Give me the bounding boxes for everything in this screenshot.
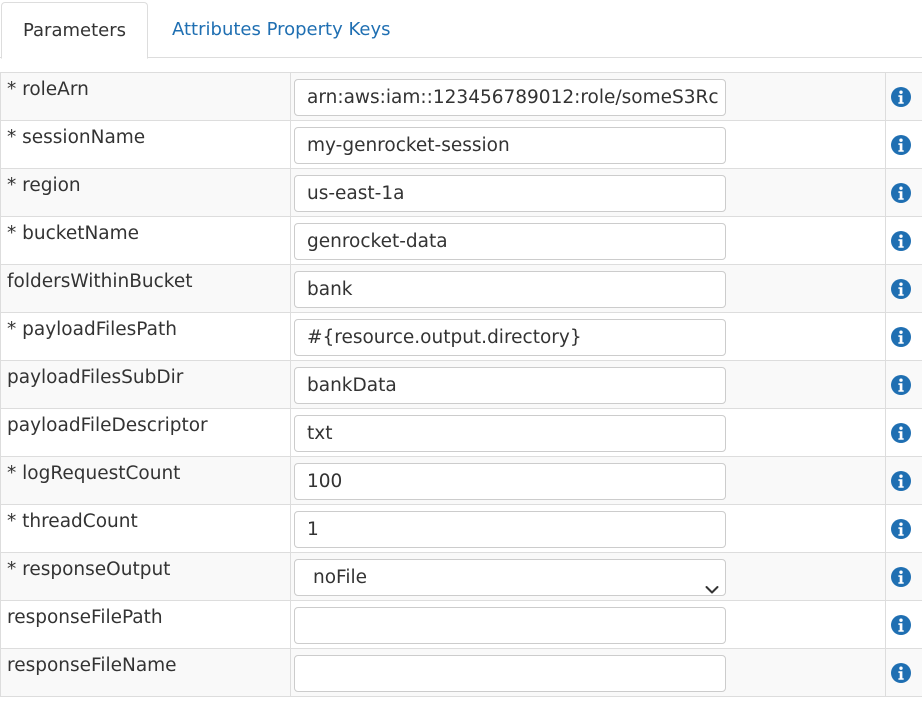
- parameter-value: genrocket-data: [307, 231, 448, 252]
- parameter-value: my-genrocket-session: [307, 135, 510, 156]
- info-circle-icon[interactable]: [891, 375, 911, 395]
- info-cell: [885, 168, 922, 217]
- parameter-input[interactable]: 1: [294, 511, 726, 548]
- info-cell: [885, 264, 922, 313]
- parameter-value: #{resource.output.directory}: [307, 327, 582, 348]
- table-row: * threadCount 1: [0, 504, 922, 553]
- info-cell: [885, 648, 922, 697]
- table-row: responseFilePath: [0, 600, 922, 649]
- parameter-value-cell: #{resource.output.directory}: [290, 312, 886, 361]
- parameter-value: bank: [307, 279, 353, 300]
- tab-attributes-property-keys[interactable]: Attributes Property Keys: [150, 2, 412, 58]
- info-cell: [885, 456, 922, 505]
- parameter-value-cell: bankData: [290, 360, 886, 409]
- parameter-label: foldersWithinBucket: [0, 264, 291, 313]
- table-row: * payloadFilesPath #{resource.output.dire…: [0, 312, 922, 361]
- info-circle-icon[interactable]: [891, 231, 911, 251]
- parameter-input[interactable]: #{resource.output.directory}: [294, 319, 726, 356]
- parameter-input[interactable]: my-genrocket-session: [294, 127, 726, 164]
- parameter-value: arn:aws:iam::123456789012:role/someS3Rc: [307, 87, 719, 108]
- parameter-value: txt: [307, 423, 333, 444]
- info-circle-icon[interactable]: [891, 183, 911, 203]
- parameter-label: * region: [0, 168, 291, 217]
- info-cell: [885, 600, 922, 649]
- parameter-value: 1: [307, 519, 319, 540]
- parameter-value-cell: [290, 648, 886, 697]
- table-row: * logRequestCount 100: [0, 456, 922, 505]
- parameter-label: * responseOutput: [0, 552, 291, 601]
- tab-bar: Parameters Attributes Property Keys: [0, 0, 922, 59]
- parameters-table: * roleArn arn:aws:iam::123456789012:role/…: [0, 72, 922, 697]
- parameter-value-cell: 1: [290, 504, 886, 553]
- info-cell: [885, 504, 922, 553]
- info-cell: [885, 408, 922, 457]
- parameter-select[interactable]: noFile: [294, 559, 726, 596]
- table-row: * sessionName my-genrocket-session: [0, 120, 922, 169]
- parameter-input[interactable]: bank: [294, 271, 726, 308]
- table-row: foldersWithinBucket bank: [0, 264, 922, 313]
- parameter-value-cell: [290, 600, 886, 649]
- parameter-value-cell: bank: [290, 264, 886, 313]
- parameter-label: * roleArn: [0, 72, 291, 121]
- parameter-value-cell: genrocket-data: [290, 216, 886, 265]
- info-cell: [885, 552, 922, 601]
- info-cell: [885, 120, 922, 169]
- parameter-label: responseFileName: [0, 648, 291, 697]
- table-row: * region us-east-1a: [0, 168, 922, 217]
- info-circle-icon[interactable]: [891, 87, 911, 107]
- info-cell: [885, 216, 922, 265]
- parameter-input[interactable]: [294, 655, 726, 692]
- table-row: responseFileName: [0, 648, 922, 697]
- table-row: * responseOutput noFile: [0, 552, 922, 601]
- parameter-input[interactable]: genrocket-data: [294, 223, 726, 260]
- table-row: payloadFilesSubDir bankData: [0, 360, 922, 409]
- parameter-input[interactable]: [294, 607, 726, 644]
- parameter-value-cell: noFile: [290, 552, 886, 601]
- table-row: * roleArn arn:aws:iam::123456789012:role/…: [0, 72, 922, 121]
- parameter-label: * sessionName: [0, 120, 291, 169]
- info-circle-icon[interactable]: [891, 567, 911, 587]
- info-circle-icon[interactable]: [891, 615, 911, 635]
- parameter-value: noFile: [313, 567, 368, 588]
- info-cell: [885, 312, 922, 361]
- info-circle-icon[interactable]: [891, 471, 911, 491]
- parameter-value-cell: txt: [290, 408, 886, 457]
- info-cell: [885, 360, 922, 409]
- info-circle-icon[interactable]: [891, 135, 911, 155]
- table-row: payloadFileDescriptor txt: [0, 408, 922, 457]
- info-cell: [885, 72, 922, 121]
- parameter-input[interactable]: us-east-1a: [294, 175, 726, 212]
- parameter-label: payloadFilesSubDir: [0, 360, 291, 409]
- parameter-label: * payloadFilesPath: [0, 312, 291, 361]
- parameter-input[interactable]: bankData: [294, 367, 726, 404]
- table-row: * bucketName genrocket-data: [0, 216, 922, 265]
- info-circle-icon[interactable]: [891, 327, 911, 347]
- chevron-down-icon: [705, 572, 719, 594]
- parameter-value: bankData: [307, 375, 397, 396]
- parameter-input[interactable]: txt: [294, 415, 726, 452]
- parameter-value-cell: my-genrocket-session: [290, 120, 886, 169]
- parameter-input[interactable]: 100: [294, 463, 726, 500]
- parameter-value: 100: [307, 471, 343, 492]
- parameter-label: * threadCount: [0, 504, 291, 553]
- parameter-value-cell: arn:aws:iam::123456789012:role/someS3Rc: [290, 72, 886, 121]
- parameter-label: * logRequestCount: [0, 456, 291, 505]
- info-circle-icon[interactable]: [891, 279, 911, 299]
- parameter-value-cell: us-east-1a: [290, 168, 886, 217]
- parameter-label: * bucketName: [0, 216, 291, 265]
- parameter-label: payloadFileDescriptor: [0, 408, 291, 457]
- parameter-value-cell: 100: [290, 456, 886, 505]
- info-circle-icon[interactable]: [891, 519, 911, 539]
- parameter-value: us-east-1a: [307, 183, 405, 204]
- parameter-input[interactable]: arn:aws:iam::123456789012:role/someS3Rc: [294, 79, 726, 116]
- info-circle-icon[interactable]: [891, 423, 911, 443]
- tab-parameters[interactable]: Parameters: [1, 2, 148, 59]
- info-circle-icon[interactable]: [891, 663, 911, 683]
- parameter-label: responseFilePath: [0, 600, 291, 649]
